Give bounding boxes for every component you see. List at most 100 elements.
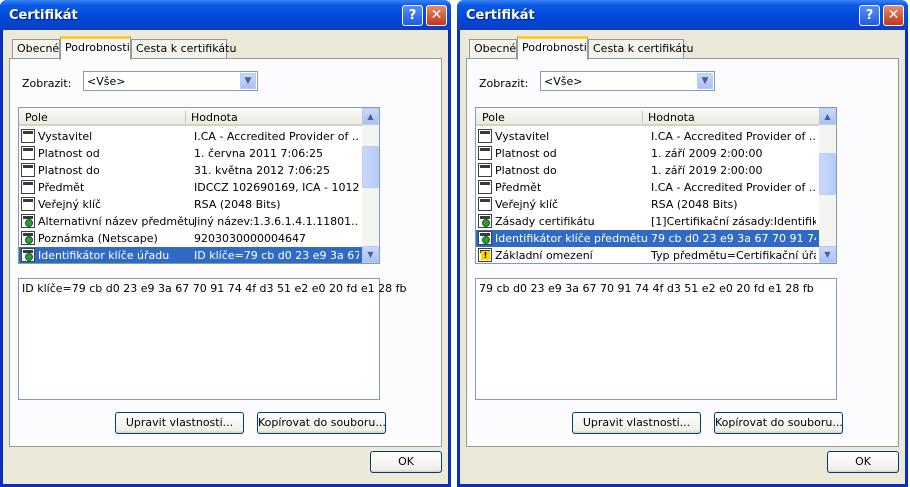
field-value: 9203030000004647 bbox=[194, 232, 306, 245]
list-item[interactable]: Veřejný klíč RSA (2048 Bits) bbox=[19, 196, 362, 213]
field-name: Vystavitel bbox=[38, 130, 93, 143]
edit-properties-button[interactable]: Upravit vlastnosti... bbox=[572, 412, 701, 434]
help-button[interactable]: ? bbox=[859, 5, 880, 26]
close-button[interactable]: ✕ bbox=[883, 5, 904, 26]
field-name: Identifikátor klíče předmětu bbox=[495, 232, 648, 245]
list-item[interactable]: Platnost od 1. září 2009 2:00:00 bbox=[476, 145, 819, 162]
ok-button[interactable]: OK bbox=[827, 451, 899, 473]
field-name: Předmět bbox=[495, 181, 542, 194]
chevron-down-icon[interactable]: ▼ bbox=[697, 73, 713, 89]
list-item[interactable]: Předmět IDCCZ 102690169, ICA - 1012... bbox=[19, 179, 362, 196]
list-item[interactable]: Identifikátor klíče předmětu 79 cb d0 23 … bbox=[476, 230, 819, 247]
extension-icon bbox=[478, 214, 492, 228]
chevron-down-icon[interactable]: ▼ bbox=[240, 73, 256, 89]
list-item[interactable]: Vystavitel I.CA - Accredited Provider of … bbox=[476, 128, 819, 145]
column-header-value[interactable]: Hodnota bbox=[191, 111, 238, 124]
scroll-down-icon[interactable]: ▼ bbox=[819, 246, 836, 263]
field-icon bbox=[478, 129, 492, 143]
field-name: Identifikátor klíče úřadu bbox=[38, 249, 170, 262]
details-panel: Zobrazit: <Vše> ▼ Pole Hodnota Vystavite… bbox=[466, 58, 899, 447]
window-title: Certifikát bbox=[466, 8, 535, 23]
certificate-dialog-left: Certifikát ? ✕ Obecné Podrobnosti Cesta … bbox=[0, 0, 451, 487]
field-name: Vystavitel bbox=[495, 130, 550, 143]
fields-list[interactable]: Pole Hodnota Vystavitel I.CA - Accredited… bbox=[475, 107, 837, 264]
list-item[interactable]: Poznámka (Netscape) 9203030000004647 bbox=[19, 230, 362, 247]
field-name: Alternativní název předmětu bbox=[38, 215, 196, 228]
field-icon bbox=[478, 197, 492, 211]
list-item[interactable]: Platnost do 31. května 2012 7:06:25 bbox=[19, 162, 362, 179]
list-item[interactable]: Základní omezení Typ předmětu=Certifikačn… bbox=[476, 247, 819, 263]
field-name: Zásady certifikátu bbox=[495, 215, 595, 228]
field-name: Základní omezení bbox=[495, 249, 593, 262]
field-name: Platnost od bbox=[38, 147, 100, 160]
field-value: Jiný název:1.3.6.1.4.1.11801... bbox=[194, 215, 359, 228]
field-value: ID klíče=79 cb d0 23 e9 3a 67 ... bbox=[194, 249, 359, 262]
column-header-field[interactable]: Pole bbox=[25, 111, 48, 124]
list-item[interactable]: Identifikátor klíče úřadu ID klíče=79 cb … bbox=[19, 247, 362, 263]
list-item[interactable]: Platnost do 1. září 2019 2:00:00 bbox=[476, 162, 819, 179]
column-separator[interactable] bbox=[642, 111, 643, 123]
scrollbar-thumb[interactable] bbox=[362, 146, 379, 188]
field-value: 1. září 2009 2:00:00 bbox=[651, 147, 763, 160]
list-item[interactable]: Alternativní název předmětu Jiný název:1.… bbox=[19, 213, 362, 230]
column-header-field[interactable]: Pole bbox=[482, 111, 505, 124]
title-bar[interactable]: Certifikát ? ✕ bbox=[457, 0, 908, 30]
show-dropdown[interactable]: <Vše> ▼ bbox=[83, 71, 258, 91]
ok-button[interactable]: OK bbox=[370, 451, 442, 473]
details-panel: Zobrazit: <Vše> ▼ Pole Hodnota Vystavite… bbox=[9, 58, 442, 447]
column-header-value[interactable]: Hodnota bbox=[648, 111, 695, 124]
edit-properties-button[interactable]: Upravit vlastnosti... bbox=[115, 412, 244, 434]
copy-to-file-button[interactable]: Kopírovat do souboru... bbox=[714, 412, 843, 434]
window-title: Certifikát bbox=[9, 8, 78, 23]
field-value: 1. června 2011 7:06:25 bbox=[194, 147, 323, 160]
list-item[interactable]: Veřejný klíč RSA (2048 Bits) bbox=[476, 196, 819, 213]
field-icon bbox=[478, 163, 492, 177]
value-detail-box[interactable]: ID klíče=79 cb d0 23 e9 3a 67 70 91 74 4… bbox=[18, 278, 407, 400]
field-name: Platnost do bbox=[38, 164, 100, 177]
copy-to-file-button[interactable]: Kopírovat do souboru... bbox=[257, 412, 386, 434]
field-value: I.CA - Accredited Provider of ... bbox=[194, 130, 359, 143]
extension-icon bbox=[21, 231, 35, 245]
tab-certificate-path[interactable]: Cesta k certifikátu bbox=[588, 39, 693, 58]
critical-extension-icon bbox=[478, 248, 492, 262]
scroll-up-icon[interactable]: ▲ bbox=[819, 108, 836, 125]
field-name: Veřejný klíč bbox=[38, 198, 102, 211]
tab-general[interactable]: Obecné bbox=[469, 39, 517, 58]
extension-icon bbox=[478, 231, 492, 245]
field-name: Poznámka (Netscape) bbox=[38, 232, 158, 245]
list-item[interactable]: Zásady certifikátu [1]Certifikační zásady… bbox=[476, 213, 819, 230]
show-dropdown[interactable]: <Vše> ▼ bbox=[540, 71, 715, 91]
tab-details[interactable]: Podrobnosti bbox=[60, 36, 131, 60]
extension-icon bbox=[21, 214, 35, 228]
title-bar[interactable]: Certifikát ? ✕ bbox=[0, 0, 451, 30]
close-button[interactable]: ✕ bbox=[426, 5, 447, 26]
help-button[interactable]: ? bbox=[402, 5, 423, 26]
list-item[interactable]: Předmět I.CA - Accredited Provider of ... bbox=[476, 179, 819, 196]
fields-list[interactable]: Pole Hodnota Vystavitel I.CA - Accredited… bbox=[18, 107, 380, 264]
field-name: Předmět bbox=[38, 181, 85, 194]
scroll-up-icon[interactable]: ▲ bbox=[362, 108, 379, 125]
list-item[interactable]: Platnost od 1. června 2011 7:06:25 bbox=[19, 145, 362, 162]
value-detail-box[interactable]: 79 cb d0 23 e9 3a 67 70 91 74 4f d3 51 e… bbox=[475, 278, 837, 400]
tab-certificate-path[interactable]: Cesta k certifikátu bbox=[131, 39, 236, 58]
scroll-down-icon[interactable]: ▼ bbox=[362, 246, 379, 263]
field-value: I.CA - Accredited Provider of ... bbox=[651, 130, 816, 143]
list-item[interactable]: Vystavitel I.CA - Accredited Provider of … bbox=[19, 128, 362, 145]
show-dropdown-value: <Vše> bbox=[87, 75, 126, 88]
show-label: Zobrazit: bbox=[22, 77, 72, 90]
field-value: RSA (2048 Bits) bbox=[651, 198, 738, 211]
field-icon bbox=[478, 146, 492, 160]
scrollbar-thumb[interactable] bbox=[819, 153, 836, 195]
field-value: IDCCZ 102690169, ICA - 1012... bbox=[194, 181, 359, 194]
field-name: Platnost do bbox=[495, 164, 557, 177]
column-separator[interactable] bbox=[185, 111, 186, 123]
vertical-scrollbar[interactable]: ▲ ▼ bbox=[362, 108, 379, 263]
field-value: RSA (2048 Bits) bbox=[194, 198, 281, 211]
field-value: 1. září 2019 2:00:00 bbox=[651, 164, 763, 177]
field-value: [1]Certifikační zásady:Identifik... bbox=[651, 215, 816, 228]
tab-details[interactable]: Podrobnosti bbox=[517, 36, 588, 60]
vertical-scrollbar[interactable]: ▲ ▼ bbox=[819, 108, 836, 263]
tab-general[interactable]: Obecné bbox=[12, 39, 60, 58]
value-detail-text: 79 cb d0 23 e9 3a 67 70 91 74 4f d3 51 e… bbox=[479, 282, 814, 295]
show-dropdown-value: <Vše> bbox=[544, 75, 583, 88]
